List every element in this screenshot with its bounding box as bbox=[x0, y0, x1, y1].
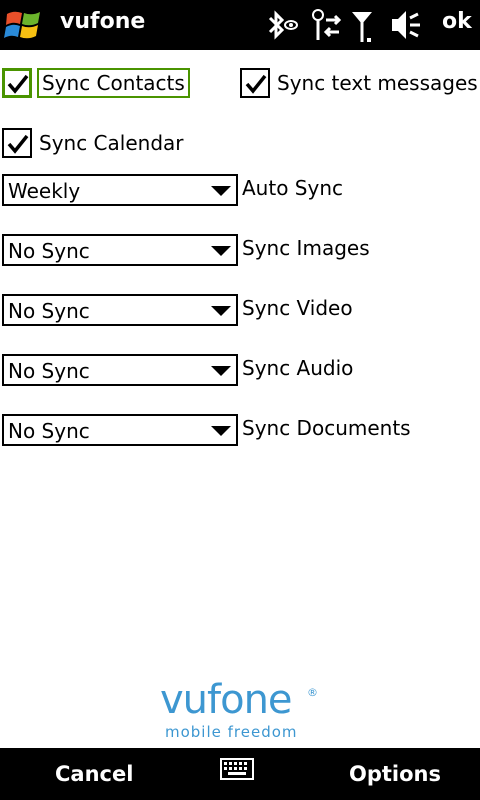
checkmark-icon bbox=[245, 74, 267, 94]
sync-images-label: Sync Images bbox=[242, 236, 370, 260]
dropdown-value: No Sync bbox=[8, 359, 90, 383]
sync-calendar-label: Sync Calendar bbox=[39, 131, 184, 155]
sync-contacts-label: Sync Contacts bbox=[37, 68, 190, 98]
dropdown-arrow-icon[interactable] bbox=[211, 186, 231, 196]
sync-documents-label: Sync Documents bbox=[242, 416, 411, 440]
sync-video-label: Sync Video bbox=[242, 296, 353, 320]
checkbox-box[interactable] bbox=[240, 68, 270, 98]
cancel-softkey[interactable]: Cancel bbox=[55, 762, 133, 786]
ok-button[interactable]: ok bbox=[442, 9, 472, 34]
sync-images-dropdown[interactable]: No Sync bbox=[2, 234, 238, 266]
windows-start-icon[interactable] bbox=[4, 6, 44, 44]
sync-text-messages-label: Sync text messages bbox=[277, 71, 478, 95]
dropdown-value: No Sync bbox=[8, 239, 90, 263]
sync-audio-label: Sync Audio bbox=[242, 356, 354, 380]
bluetooth-icon bbox=[266, 8, 298, 42]
sync-video-dropdown[interactable]: No Sync bbox=[2, 294, 238, 326]
vufone-logo: vufone ® mobile freedom bbox=[160, 677, 325, 743]
logo-wordmark: vufone bbox=[160, 677, 293, 723]
auto-sync-dropdown[interactable]: Weekly bbox=[2, 174, 238, 206]
title-bar: vufone ok bbox=[0, 0, 480, 50]
app-title: vufone bbox=[60, 9, 146, 34]
dropdown-value: Weekly bbox=[8, 179, 81, 203]
sync-audio-dropdown[interactable]: No Sync bbox=[2, 354, 238, 386]
checkmark-icon bbox=[7, 134, 29, 154]
options-softkey[interactable]: Options bbox=[349, 762, 441, 786]
connectivity-icon bbox=[306, 8, 342, 42]
registered-mark: ® bbox=[307, 686, 318, 699]
sync-calendar-checkbox[interactable]: Sync Calendar bbox=[2, 126, 184, 160]
keyboard-icon[interactable] bbox=[220, 758, 254, 782]
dropdown-arrow-icon[interactable] bbox=[211, 366, 231, 376]
logo-tagline: mobile freedom bbox=[165, 723, 298, 741]
dropdown-arrow-icon[interactable] bbox=[211, 426, 231, 436]
sync-contacts-checkbox[interactable]: Sync Contacts bbox=[2, 66, 190, 100]
auto-sync-label: Auto Sync bbox=[242, 176, 343, 200]
volume-muted-icon bbox=[390, 8, 422, 42]
dropdown-arrow-icon[interactable] bbox=[211, 306, 231, 316]
dropdown-arrow-icon[interactable] bbox=[211, 246, 231, 256]
checkbox-box[interactable] bbox=[2, 68, 32, 98]
checkmark-icon bbox=[7, 74, 29, 94]
sync-text-messages-checkbox[interactable]: Sync text messages bbox=[240, 66, 478, 100]
dropdown-value: No Sync bbox=[8, 419, 90, 443]
signal-icon bbox=[350, 8, 376, 42]
checkbox-box[interactable] bbox=[2, 128, 32, 158]
sync-documents-dropdown[interactable]: No Sync bbox=[2, 414, 238, 446]
softkey-bar: Cancel Options bbox=[0, 748, 480, 800]
dropdown-value: No Sync bbox=[8, 299, 90, 323]
